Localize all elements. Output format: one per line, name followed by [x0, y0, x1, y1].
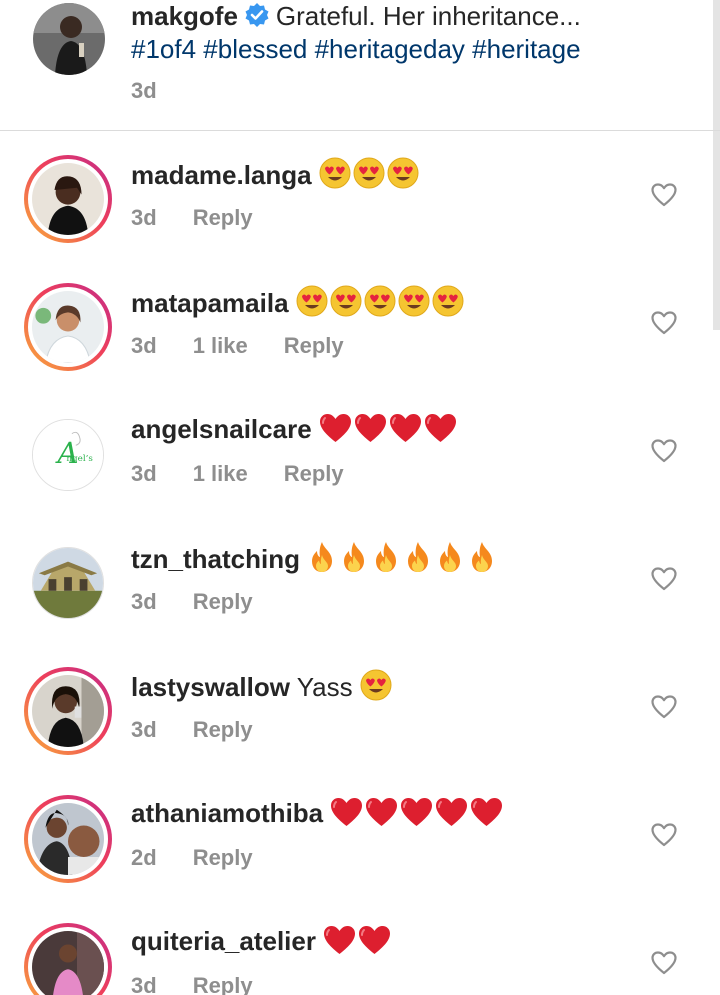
heart-eyes-emoji-icon — [398, 285, 430, 324]
comment-text: tzn_thatching — [131, 541, 499, 580]
red-heart-emoji-icon — [470, 797, 503, 834]
comment-username[interactable]: athaniamothiba — [131, 798, 323, 828]
reply-button[interactable]: Reply — [193, 717, 253, 743]
reply-button[interactable]: Reply — [284, 461, 344, 487]
comment-timestamp: 3d — [131, 973, 157, 995]
red-heart-emoji-icon — [354, 413, 387, 450]
comment-timestamp: 3d — [131, 205, 157, 230]
comment-text: athaniamothiba — [131, 797, 505, 834]
commenter-avatar[interactable] — [24, 795, 112, 883]
comment-timestamp: 2d — [131, 845, 157, 870]
red-heart-emoji-icon — [358, 925, 391, 962]
red-heart-emoji-icon — [365, 797, 398, 834]
comment-row: madame.langa 3d Reply — [0, 131, 720, 259]
caption-username[interactable]: makgofe — [131, 1, 238, 31]
like-comment-heart-icon[interactable] — [651, 439, 677, 463]
red-heart-emoji-icon — [389, 413, 422, 450]
comment-row: quiteria_atelier 3d Reply — [0, 899, 720, 995]
commenter-avatar[interactable] — [24, 923, 112, 995]
red-heart-emoji-icon — [323, 925, 356, 962]
comment-meta: 3d Reply — [131, 717, 289, 743]
fire-emoji-icon — [371, 541, 401, 580]
fire-emoji-icon — [435, 541, 465, 580]
commenter-avatar[interactable] — [24, 667, 112, 755]
comment-meta: 3d 1 like Reply — [131, 461, 380, 487]
comment-row: athaniamothiba 2d Reply — [0, 771, 720, 899]
comment-text: lastyswallow Yass — [131, 669, 394, 708]
comment-meta: 2d Reply — [131, 845, 289, 871]
comment-row: Angel’s angelsnailcare 3d 1 like Reply — [0, 387, 720, 515]
red-heart-emoji-icon — [400, 797, 433, 834]
caption-hashtags[interactable]: #1of4 #blessed #heritageday #heritage — [131, 34, 581, 64]
post-caption: makgofe Grateful. Her inheritance... #1of… — [0, 0, 720, 131]
heart-eyes-emoji-icon — [353, 157, 385, 196]
like-comment-heart-icon[interactable] — [651, 567, 677, 591]
poster-avatar[interactable] — [33, 3, 105, 75]
comment-text: quiteria_atelier — [131, 925, 393, 962]
heart-eyes-emoji-icon — [360, 669, 392, 708]
like-comment-heart-icon[interactable] — [651, 183, 677, 207]
comment-meta: 3d Reply — [131, 205, 289, 231]
heart-eyes-emoji-icon — [364, 285, 396, 324]
caption-timestamp: 3d — [131, 78, 157, 103]
heart-eyes-emoji-icon — [296, 285, 328, 324]
like-comment-heart-icon[interactable] — [651, 311, 677, 335]
red-heart-emoji-icon — [319, 413, 352, 450]
like-comment-heart-icon[interactable] — [651, 823, 677, 847]
comment-meta: 3d 1 like Reply — [131, 333, 380, 359]
comment-text: madame.langa — [131, 157, 421, 196]
comment-like-count[interactable]: 1 like — [193, 333, 248, 359]
heart-eyes-emoji-icon — [432, 285, 464, 324]
fire-emoji-icon — [467, 541, 497, 580]
comment-username[interactable]: madame.langa — [131, 160, 312, 190]
red-heart-emoji-icon — [435, 797, 468, 834]
fire-emoji-icon — [339, 541, 369, 580]
reply-button[interactable]: Reply — [193, 589, 253, 615]
comment-timestamp: 3d — [131, 461, 157, 486]
comment-body: Yass — [296, 672, 353, 702]
comment-row: lastyswallow Yass 3d Reply — [0, 643, 720, 771]
comment-row: matapamaila 3d 1 like Reply — [0, 259, 720, 387]
commenter-avatar[interactable]: Angel’s — [32, 419, 104, 491]
reply-button[interactable]: Reply — [193, 205, 253, 231]
verified-badge-icon — [244, 2, 270, 28]
comment-timestamp: 3d — [131, 717, 157, 742]
comment-timestamp: 3d — [131, 333, 157, 358]
comment-username[interactable]: matapamaila — [131, 288, 289, 318]
comment-username[interactable]: tzn_thatching — [131, 544, 300, 574]
commenter-avatar[interactable] — [24, 283, 112, 371]
comment-username[interactable]: lastyswallow — [131, 672, 290, 702]
heart-eyes-emoji-icon — [319, 157, 351, 196]
comment-text: angelsnailcare — [131, 413, 459, 450]
red-heart-emoji-icon — [424, 413, 457, 450]
like-comment-heart-icon[interactable] — [651, 695, 677, 719]
svg-text:ngel’s: ngel’s — [66, 454, 93, 464]
heart-eyes-emoji-icon — [387, 157, 419, 196]
comment-like-count[interactable]: 1 like — [193, 461, 248, 487]
heart-eyes-emoji-icon — [330, 285, 362, 324]
reply-button[interactable]: Reply — [193, 973, 253, 995]
comment-text: matapamaila — [131, 285, 466, 324]
caption-text: makgofe Grateful. Her inheritance... #1of… — [131, 0, 691, 66]
comment-row: tzn_thatching 3d Reply — [0, 515, 720, 643]
comment-username[interactable]: quiteria_atelier — [131, 926, 316, 956]
reply-button[interactable]: Reply — [193, 845, 253, 871]
reply-button[interactable]: Reply — [284, 333, 344, 359]
caption-body: Grateful. Her inheritance... — [275, 1, 581, 31]
fire-emoji-icon — [307, 541, 337, 580]
fire-emoji-icon — [403, 541, 433, 580]
comment-meta: 3d Reply — [131, 973, 289, 995]
commenter-avatar[interactable] — [32, 547, 104, 619]
svg-text:A: A — [54, 436, 78, 470]
comment-meta: 3d Reply — [131, 589, 289, 615]
comment-username[interactable]: angelsnailcare — [131, 414, 312, 444]
like-comment-heart-icon[interactable] — [651, 951, 677, 975]
commenter-avatar[interactable] — [24, 155, 112, 243]
red-heart-emoji-icon — [330, 797, 363, 834]
comment-timestamp: 3d — [131, 589, 157, 614]
